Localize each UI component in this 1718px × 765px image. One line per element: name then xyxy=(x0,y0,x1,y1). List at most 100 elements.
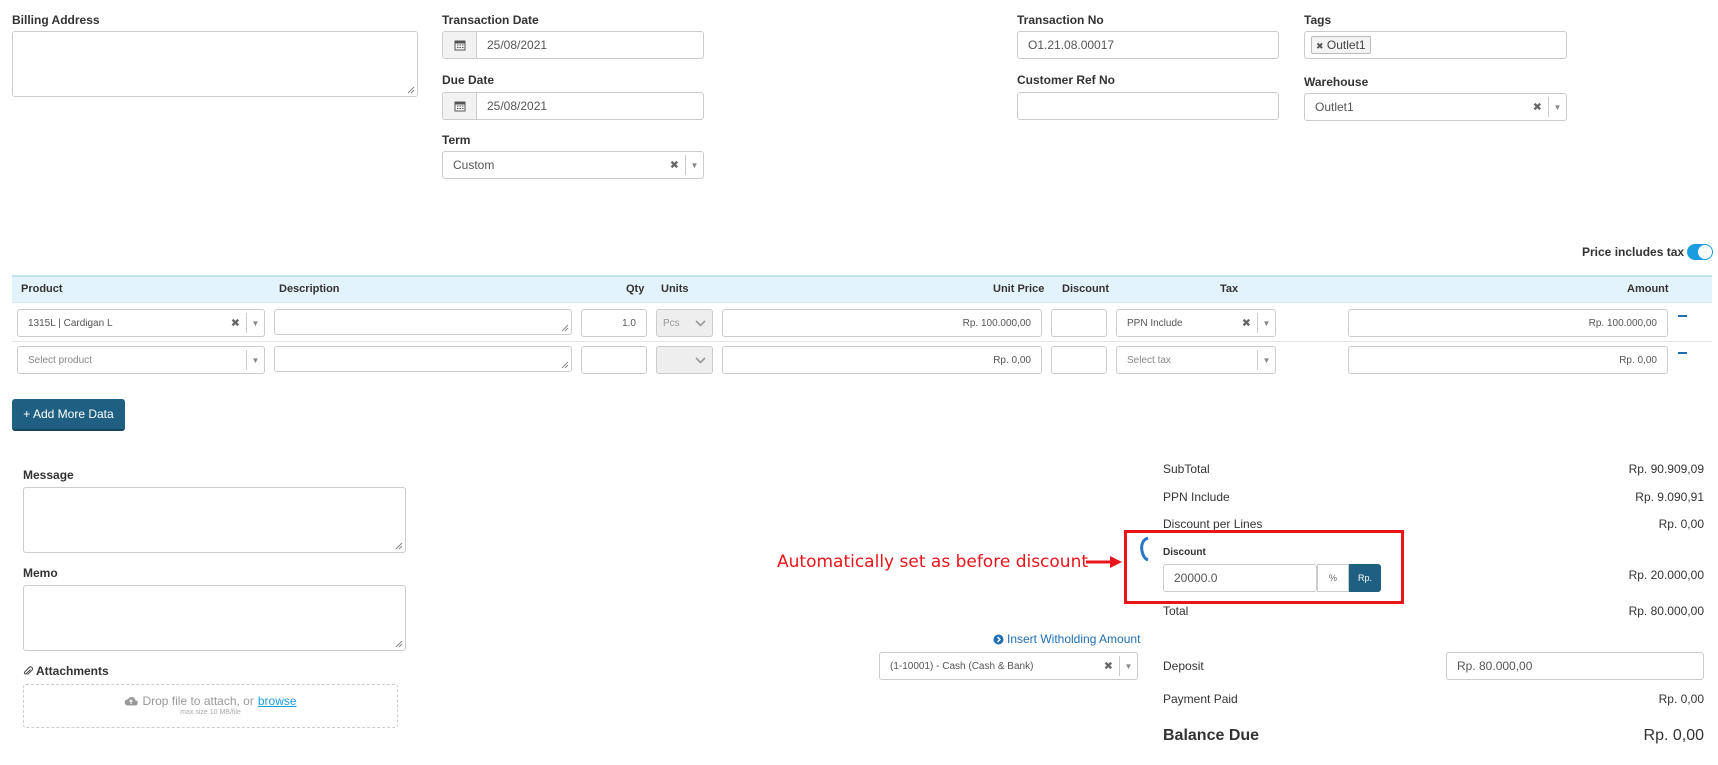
product-value: 1315L | Cardigan L xyxy=(28,317,113,329)
product-placeholder: Select product xyxy=(28,354,92,366)
qty-value: 1.0 xyxy=(622,317,636,329)
term-label: Term xyxy=(442,133,471,147)
discount-field[interactable] xyxy=(1051,346,1107,374)
discount-field[interactable] xyxy=(1051,309,1107,337)
calendar-icon[interactable] xyxy=(443,32,477,58)
add-more-data-button[interactable]: + Add More Data xyxy=(12,399,125,431)
balance-due-label: Balance Due xyxy=(1163,727,1260,744)
clear-icon[interactable]: ✖ xyxy=(231,317,240,330)
resize-handle-icon xyxy=(395,542,403,550)
chevron-down-icon[interactable]: ▼ xyxy=(246,313,264,333)
deposit-value: Rp. 80.000,00 xyxy=(1457,659,1533,673)
chevron-down-icon[interactable]: ▼ xyxy=(1548,97,1566,117)
description-field[interactable] xyxy=(274,346,572,372)
warehouse-value: Outlet1 xyxy=(1315,100,1354,114)
balance-due-value: Rp. 0,00 xyxy=(1643,727,1704,744)
remove-tag-icon[interactable]: ✖ xyxy=(1316,41,1324,51)
browse-link[interactable]: browse xyxy=(258,694,297,708)
withholding-account-select[interactable]: (1-10001) - Cash (Cash & Bank) ✖ ▼ xyxy=(879,652,1138,680)
toggle-knob xyxy=(1698,245,1712,259)
billing-address-field[interactable] xyxy=(12,31,418,97)
tag-chip-label: Outlet1 xyxy=(1326,38,1366,52)
ppn-label: PPN Include xyxy=(1163,490,1230,504)
units-select[interactable] xyxy=(656,346,713,374)
term-value: Custom xyxy=(453,158,495,172)
transaction-date-field[interactable]: 25/08/2021 xyxy=(442,31,704,59)
chevron-down-icon[interactable]: ▼ xyxy=(1257,350,1275,370)
attachments-label: Attachments xyxy=(36,664,109,678)
units-value: Pcs xyxy=(663,317,680,329)
transaction-no-field[interactable]: O1.21.08.00017 xyxy=(1017,31,1279,59)
price-includes-tax-toggle[interactable] xyxy=(1687,244,1713,260)
col-header-tax: Tax xyxy=(1220,283,1239,295)
billing-address-label: Billing Address xyxy=(12,13,100,27)
unit-price-value: Rp. 0,00 xyxy=(993,354,1031,366)
withholding-account-value: (1-10001) - Cash (Cash & Bank) xyxy=(890,660,1034,672)
deposit-field[interactable]: Rp. 80.000,00 xyxy=(1446,652,1704,680)
price-includes-tax-label: Price includes tax xyxy=(1582,245,1685,259)
product-select[interactable]: Select product ▼ xyxy=(17,346,265,374)
discount-per-lines-value: Rp. 0,00 xyxy=(1658,517,1704,531)
col-header-amount: Amount xyxy=(1627,283,1669,295)
clear-icon[interactable]: ✖ xyxy=(670,159,679,172)
chevron-down-icon[interactable]: ▼ xyxy=(685,155,703,175)
dropzone-line: Drop file to attach, or browse xyxy=(24,694,397,708)
remove-row-icon[interactable] xyxy=(1678,352,1687,354)
product-select[interactable]: 1315L | Cardigan L ✖ ▼ xyxy=(17,309,265,337)
memo-field[interactable] xyxy=(23,585,406,651)
discount-per-lines-label: Discount per Lines xyxy=(1163,517,1263,531)
tax-select[interactable]: PPN Include ✖ ▼ xyxy=(1116,309,1276,337)
tags-field[interactable]: ✖ Outlet1 xyxy=(1304,31,1567,59)
term-select[interactable]: Custom ✖ ▼ xyxy=(442,151,704,179)
clear-icon[interactable]: ✖ xyxy=(1242,317,1251,330)
tax-value: PPN Include xyxy=(1127,317,1183,329)
resize-handle-icon xyxy=(395,640,403,648)
customer-ref-field[interactable] xyxy=(1017,92,1279,120)
ppn-value: Rp. 9.090,91 xyxy=(1635,490,1704,504)
unit-price-value: Rp. 100.000,00 xyxy=(962,317,1031,329)
annotation-arrow-icon xyxy=(1086,556,1122,568)
unit-price-field[interactable]: Rp. 0,00 xyxy=(722,346,1042,374)
qty-field[interactable] xyxy=(581,346,647,374)
paperclip-icon xyxy=(23,665,33,675)
cloud-upload-icon xyxy=(125,696,139,706)
unit-price-field[interactable]: Rp. 100.000,00 xyxy=(722,309,1042,337)
transaction-no-value: O1.21.08.00017 xyxy=(1028,38,1115,52)
description-field[interactable] xyxy=(274,309,572,335)
chevron-down-icon[interactable]: ▼ xyxy=(1119,656,1137,676)
qty-field[interactable]: 1.0 xyxy=(581,309,647,337)
insert-withholding-link[interactable]: Insert Witholding Amount xyxy=(993,632,1140,646)
table-header xyxy=(12,275,1712,303)
chevron-down-icon xyxy=(695,320,706,327)
attachments-heading: Attachments xyxy=(23,664,109,678)
clear-icon[interactable]: ✖ xyxy=(1104,660,1113,673)
warehouse-select[interactable]: Outlet1 ✖ ▼ xyxy=(1304,93,1567,121)
deposit-label: Deposit xyxy=(1163,659,1204,673)
col-header-product: Product xyxy=(21,283,63,295)
clear-icon[interactable]: ✖ xyxy=(1533,101,1542,114)
calendar-icon[interactable] xyxy=(443,93,477,119)
chevron-down-icon[interactable]: ▼ xyxy=(246,350,264,370)
resize-handle-icon xyxy=(561,361,569,369)
drop-text: Drop file to attach, or xyxy=(142,694,254,708)
tax-select[interactable]: Select tax ▼ xyxy=(1116,346,1276,374)
annotation-highlight-box xyxy=(1124,530,1404,604)
subtotal-label: SubTotal xyxy=(1163,462,1210,476)
subtotal-value: Rp. 90.909,09 xyxy=(1628,462,1704,476)
col-header-discount: Discount xyxy=(1062,283,1110,295)
amount-field[interactable]: Rp. 100.000,00 xyxy=(1348,309,1668,337)
message-field[interactable] xyxy=(23,487,406,553)
due-date-field[interactable]: 25/08/2021 xyxy=(442,92,704,120)
tags-label: Tags xyxy=(1304,13,1332,27)
remove-row-icon[interactable] xyxy=(1678,315,1687,317)
annotation-text: Automatically set as before discount xyxy=(777,552,1089,572)
chevron-down-icon[interactable]: ▼ xyxy=(1257,313,1275,333)
resize-handle-icon xyxy=(407,86,415,94)
insert-withholding-label: Insert Witholding Amount xyxy=(1007,632,1141,646)
warehouse-label: Warehouse xyxy=(1304,75,1369,89)
chevron-circle-right-icon xyxy=(993,634,1004,644)
attachment-dropzone[interactable]: Drop file to attach, or browse max size … xyxy=(23,684,398,728)
amount-field[interactable]: Rp. 0,00 xyxy=(1348,346,1668,374)
payment-paid-value: Rp. 0,00 xyxy=(1658,692,1704,706)
units-select[interactable]: Pcs xyxy=(656,309,713,337)
